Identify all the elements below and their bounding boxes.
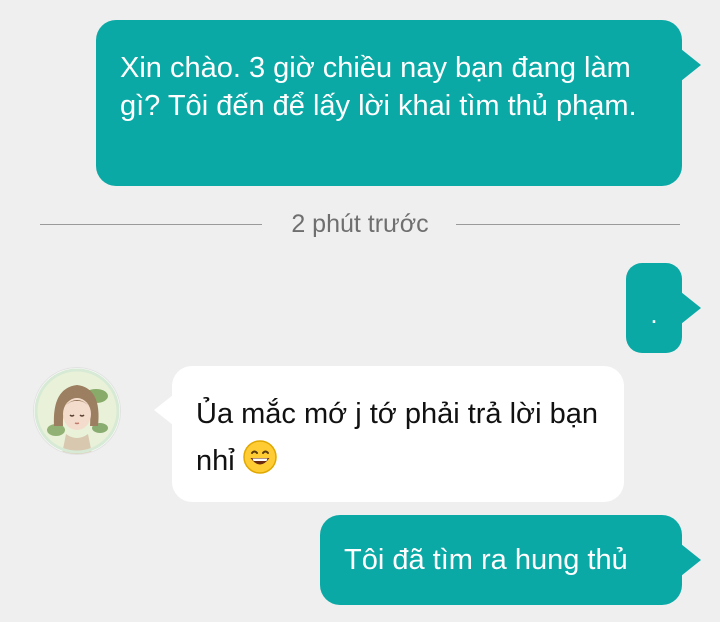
incoming-message-bubble[interactable]: Ủa mắc mớ j tớ phải trả lời bạn nhỉ <box>172 366 624 502</box>
contact-avatar-icon <box>34 368 120 454</box>
divider-line-left <box>40 224 262 225</box>
outgoing-message-bubble[interactable]: Xin chào. 3 giờ chiều nay bạn đang làm g… <box>96 20 682 186</box>
bubble-tail <box>154 395 173 425</box>
bubble-tail <box>681 544 701 576</box>
avatar[interactable] <box>34 368 120 454</box>
bubble-tail <box>681 292 701 324</box>
message-text: Tôi đã tìm ra hung thủ <box>344 544 628 576</box>
outgoing-message-bubble[interactable]: . <box>626 263 682 353</box>
timestamp-label: 2 phút trước <box>291 210 429 238</box>
outgoing-message-bubble[interactable]: Tôi đã tìm ra hung thủ <box>320 515 682 605</box>
message-text: Xin chào. 3 giờ chiều nay bạn đang làm g… <box>120 52 637 122</box>
divider-line-right <box>456 224 680 225</box>
message-text: . <box>650 299 658 329</box>
bubble-tail <box>681 49 701 81</box>
grinning-face-emoji-icon <box>242 440 277 474</box>
